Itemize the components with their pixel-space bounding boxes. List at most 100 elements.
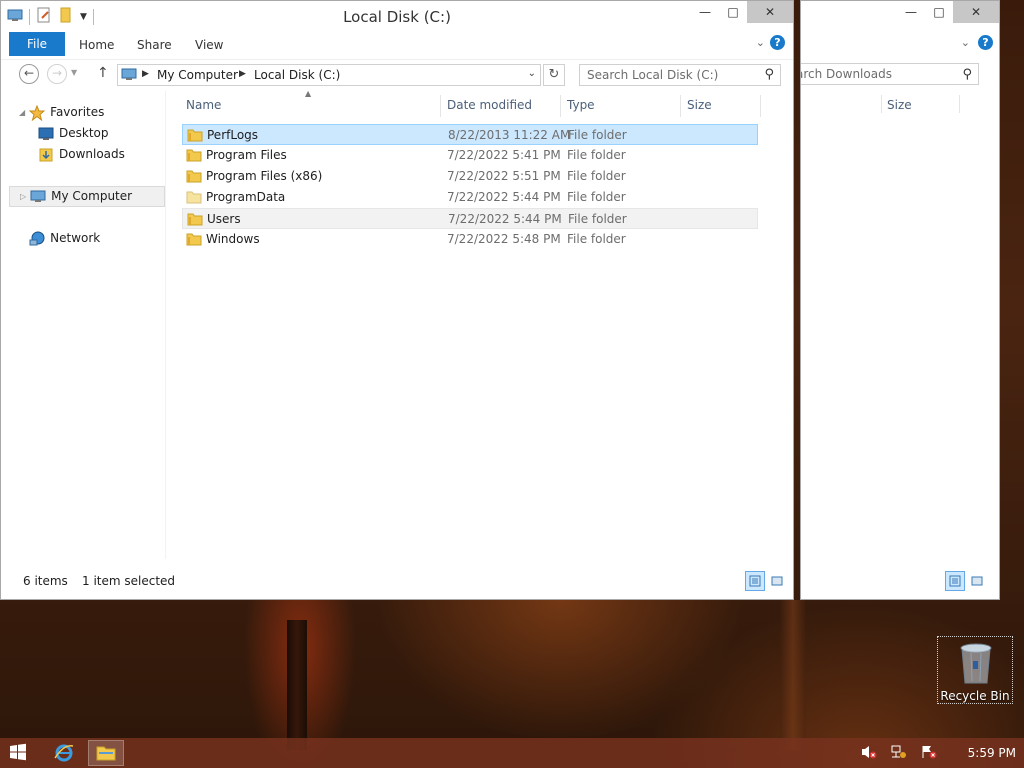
file-date: 8/22/2013 11:22 AM [448, 128, 571, 142]
volume-muted-icon[interactable] [860, 744, 878, 763]
close-button[interactable]: ✕ [953, 1, 999, 23]
details-view-icon[interactable] [745, 571, 765, 591]
search-placeholder: arch Downloads [800, 67, 892, 81]
recycle-bin-icon [959, 643, 993, 688]
large-icons-view-icon[interactable] [967, 571, 987, 591]
status-bar: 6 items 1 item selected [1, 571, 793, 593]
breadcrumb-arrow-icon[interactable]: ▶ [142, 69, 149, 79]
window-controls: — □ ✕ [691, 1, 793, 23]
file-name: ProgramData [206, 190, 286, 204]
column-separator[interactable] [680, 95, 681, 117]
view-buttons [945, 571, 987, 591]
back-button[interactable]: ← [19, 64, 39, 84]
minimize-button[interactable]: — [691, 1, 719, 23]
internet-explorer-icon[interactable] [46, 740, 82, 766]
downloads-folder-icon [37, 147, 55, 163]
search-icon[interactable]: ⚲ [764, 65, 774, 85]
nav-item-label: Desktop [59, 126, 109, 140]
file-type: File folder [568, 212, 627, 226]
pane-divider[interactable] [165, 91, 166, 559]
nav-item-downloads[interactable]: Downloads [37, 144, 125, 165]
file-date: 7/22/2022 5:48 PM [447, 232, 561, 246]
tab-home[interactable]: Home [79, 32, 114, 56]
maximize-button[interactable]: □ [719, 1, 747, 23]
column-header-date[interactable]: Date modified [447, 98, 532, 112]
tab-share[interactable]: Share [137, 32, 172, 56]
explorer-window[interactable]: ▼ Local Disk (C:) — □ ✕ File Home Share … [0, 0, 794, 600]
file-date: 7/22/2022 5:41 PM [447, 148, 561, 162]
desktop-icon [37, 126, 55, 142]
ribbon-expand-icon[interactable]: ⌄ [961, 36, 970, 49]
forward-button[interactable]: → [47, 64, 67, 84]
details-view-icon[interactable] [945, 571, 965, 591]
maximize-button[interactable]: □ [925, 1, 953, 23]
file-name: Program Files (x86) [206, 169, 323, 183]
help-icon[interactable]: ? [978, 35, 993, 50]
start-button[interactable] [8, 742, 30, 764]
ribbon-expand-icon[interactable]: ⌄ [756, 36, 765, 49]
tab-file[interactable]: File [9, 32, 65, 56]
help-icon[interactable]: ? [770, 35, 785, 50]
file-row-programdata[interactable]: ProgramData 7/22/2022 5:44 PM File folde… [182, 187, 758, 208]
column-header-size[interactable]: Size [687, 98, 712, 112]
column-separator [959, 95, 960, 113]
tab-view[interactable]: View [195, 32, 223, 56]
file-row-program-files[interactable]: Program Files 7/22/2022 5:41 PM File fol… [182, 145, 758, 166]
search-input[interactable]: Search Local Disk (C:) ⚲ [579, 64, 781, 86]
nav-item-my-computer[interactable]: ▷ My Computer [9, 186, 165, 207]
breadcrumb-local-disk[interactable]: Local Disk (C:) [254, 68, 340, 82]
close-button[interactable]: ✕ [747, 1, 793, 23]
breadcrumb-my-computer[interactable]: My Computer [157, 68, 238, 82]
title-bar[interactable]: ▼ Local Disk (C:) — □ ✕ [1, 1, 793, 31]
expand-icon[interactable]: ◢ [19, 102, 25, 123]
selection-count: 1 item selected [82, 574, 176, 588]
file-list: PerfLogs 8/22/2013 11:22 AM File folder … [182, 124, 758, 250]
file-type: File folder [567, 190, 626, 204]
address-dropdown-icon[interactable]: ⌄ [528, 68, 536, 79]
column-header-size[interactable]: Size [887, 98, 912, 112]
refresh-button[interactable]: ↻ [543, 64, 565, 86]
breadcrumb-arrow-icon[interactable]: ▶ [239, 69, 246, 79]
downloads-window[interactable]: — □ ✕ ⌄ ? arch Downloads ⚲ Size [800, 0, 1000, 600]
address-bar[interactable]: ▶ My Computer ▶ Local Disk (C:) ⌄ [117, 64, 541, 86]
up-button[interactable]: ↑ [97, 65, 109, 81]
recent-locations-icon[interactable]: ▼ [71, 68, 77, 77]
file-row-windows[interactable]: Windows 7/22/2022 5:48 PM File folder [182, 229, 758, 250]
file-row-perflogs[interactable]: PerfLogs 8/22/2013 11:22 AM File folder [182, 124, 758, 145]
recycle-bin[interactable]: Recycle Bin [937, 636, 1013, 704]
nav-item-desktop[interactable]: Desktop [37, 123, 109, 144]
column-header-name[interactable]: Name [186, 98, 221, 112]
wallpaper-stem [287, 620, 307, 750]
file-row-users[interactable]: Users 7/22/2022 5:44 PM File folder [182, 208, 758, 229]
sort-ascending-icon: ▲ [305, 89, 312, 98]
nav-item-network[interactable]: ▷ Network [19, 228, 100, 249]
minimize-button[interactable]: — [897, 1, 925, 23]
column-separator [881, 95, 882, 113]
file-date: 7/22/2022 5:44 PM [448, 212, 562, 226]
search-placeholder: Search Local Disk (C:) [587, 68, 719, 82]
navigation-bar: ← → ▼ ↑ ▶ My Computer ▶ Local Disk (C:) … [1, 59, 793, 90]
clock[interactable]: 5:59 PM [968, 746, 1016, 760]
taskbar: 5:59 PM [0, 738, 1024, 768]
network-icon [28, 231, 46, 247]
file-date: 7/22/2022 5:51 PM [447, 169, 561, 183]
column-separator[interactable] [560, 95, 561, 117]
network-icon[interactable] [890, 744, 908, 763]
expand-icon[interactable]: ▷ [20, 186, 26, 207]
star-icon [28, 104, 46, 121]
nav-item-label: Downloads [59, 147, 125, 161]
file-explorer-icon[interactable] [88, 740, 124, 766]
action-center-icon[interactable] [920, 744, 938, 763]
column-separator[interactable] [760, 95, 761, 117]
column-header-type[interactable]: Type [567, 98, 595, 112]
file-row-program-files-x86[interactable]: Program Files (x86) 7/22/2022 5:51 PM Fi… [182, 166, 758, 187]
file-name: Program Files [206, 148, 287, 162]
file-type: File folder [567, 169, 626, 183]
computer-icon [29, 189, 47, 205]
file-date: 7/22/2022 5:44 PM [447, 190, 561, 204]
column-separator[interactable] [440, 95, 441, 117]
search-icon[interactable]: ⚲ [962, 65, 972, 84]
large-icons-view-icon[interactable] [767, 571, 787, 591]
nav-item-favorites[interactable]: ◢ Favorites [19, 102, 104, 123]
search-downloads-input[interactable]: arch Downloads ⚲ [800, 63, 979, 85]
